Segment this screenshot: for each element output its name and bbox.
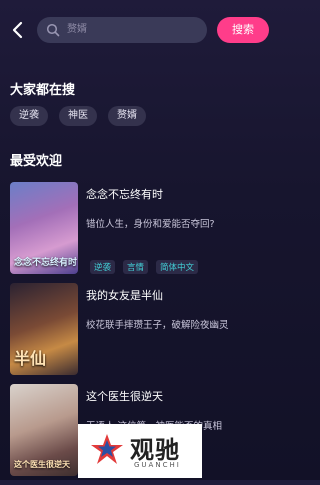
item-title: 这个医生很逆天: [86, 390, 163, 403]
cover-title: 半仙: [14, 349, 47, 368]
watermark-text: 观驰: [130, 436, 180, 464]
item-tag: 简体中文: [156, 260, 199, 274]
hot-search-chip[interactable]: 赘婿: [108, 106, 146, 126]
search-button[interactable]: 搜索: [217, 17, 269, 43]
item-tags: 逆袭 言情 简体中文: [90, 260, 199, 274]
hot-search-chip[interactable]: 逆袭: [10, 106, 48, 126]
item-description: 校花联手摔瓒王子，破解险夜幽灵: [86, 320, 229, 331]
list-item[interactable]: 念念不忘终有时 念念不忘终有时 错位人生，身份和爱能否夺回? 逆袭 言情 简体中…: [10, 182, 270, 283]
item-tag: 言情: [123, 260, 149, 274]
item-tag: 逆袭: [90, 260, 116, 274]
watermark-subtext: GUANCHI: [134, 461, 181, 469]
cover-image[interactable]: 半仙: [10, 283, 78, 375]
hot-search-chips: 逆袭 神医 赘婿: [10, 106, 146, 126]
search-placeholder: 赘婿: [67, 24, 87, 35]
search-input[interactable]: 赘婿: [37, 17, 207, 43]
cover-title: 这个医生很逆天: [14, 459, 70, 469]
item-description: 错位人生，身份和爱能否夺回?: [86, 219, 215, 230]
cover-image[interactable]: 这个医生很逆天: [10, 384, 78, 476]
item-info: 我的女友是半仙 校花联手摔瓒王子，破解险夜幽灵: [86, 287, 270, 331]
hot-search-chip[interactable]: 神医: [59, 106, 97, 126]
back-arrow-icon[interactable]: [10, 20, 26, 40]
popular-title: 最受欢迎: [10, 154, 63, 169]
search-icon: [46, 23, 60, 37]
top-bar: 赘婿 搜索: [0, 8, 278, 52]
watermark-logo: 观驰 GUANCHI: [78, 424, 202, 478]
hot-searches-title: 大家都在搜: [10, 83, 76, 98]
list-item[interactable]: 半仙 我的女友是半仙 校花联手摔瓒王子，破解险夜幽灵: [10, 283, 270, 384]
star-logo-icon: [91, 434, 123, 464]
item-info: 念念不忘终有时 错位人生，身份和爱能否夺回?: [86, 186, 270, 230]
item-title: 我的女友是半仙: [86, 289, 163, 302]
cover-title: 念念不忘终有时: [14, 258, 78, 268]
item-title: 念念不忘终有时: [86, 188, 163, 201]
cover-image[interactable]: 念念不忘终有时: [10, 182, 78, 274]
